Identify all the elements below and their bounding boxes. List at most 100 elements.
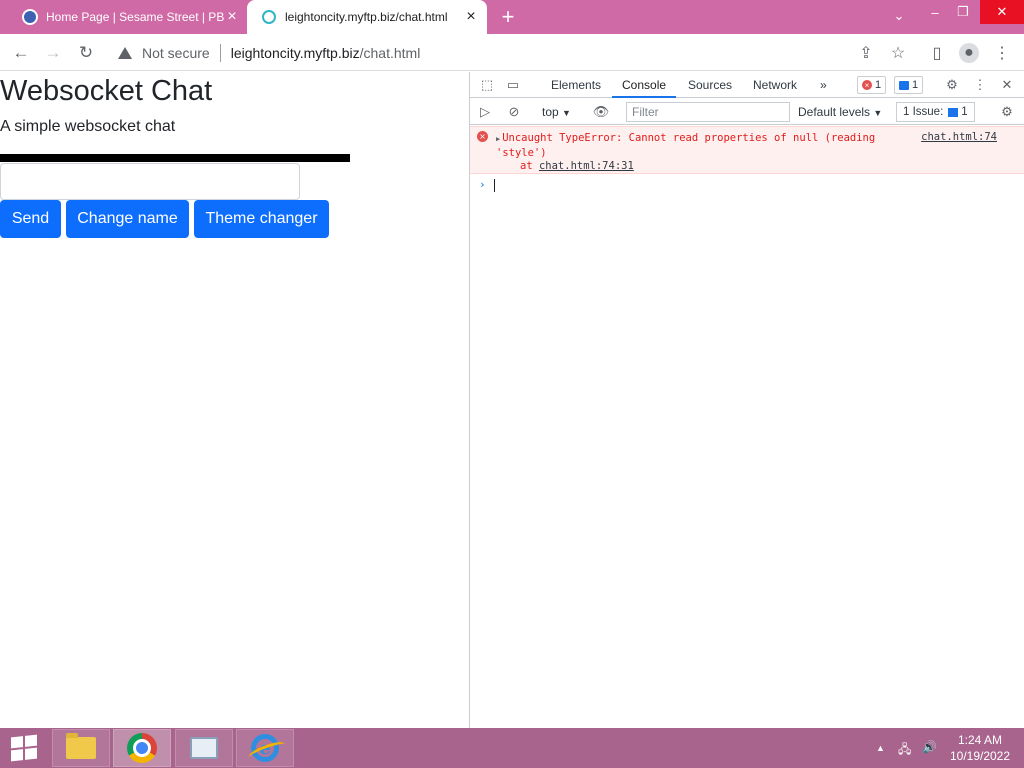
pbs-favicon-icon: [22, 9, 38, 25]
error-count-badge[interactable]: × 1: [857, 76, 887, 94]
issue-message-icon: [948, 107, 959, 117]
live-expression-eye-icon[interactable]: 👁: [592, 103, 610, 121]
tab-sesame-street[interactable]: Home Page | Sesame Street | PBS ×: [8, 0, 246, 34]
forward-arrow-icon[interactable]: →: [40, 40, 66, 66]
bookmark-star-icon[interactable]: ☆: [888, 43, 908, 63]
browser-menu-icon[interactable]: ⋮: [992, 43, 1012, 63]
start-button[interactable]: [0, 728, 48, 768]
message-icon: [899, 80, 909, 90]
clear-console-icon[interactable]: ⊘: [505, 103, 523, 121]
system-clock[interactable]: 1:24 AM 10/19/2022: [944, 732, 1016, 764]
page-viewport: Websocket Chat A simple websocket chat S…: [0, 72, 469, 728]
browser-toolbar: ← → ↻ Not secure leightoncity.myftp.biz/…: [0, 34, 1024, 71]
expand-triangle-icon[interactable]: ▶: [496, 135, 500, 143]
windows-logo-icon: [11, 734, 37, 762]
theme-changer-button[interactable]: Theme changer: [194, 200, 329, 238]
dropdown-arrow-icon: ▼: [873, 108, 883, 118]
levels-label: Default levels: [798, 105, 871, 119]
context-selector[interactable]: top ▼: [542, 103, 571, 121]
text-caret: [493, 178, 495, 192]
devtools-panel: ⬚ ▭ Elements Console Sources Network » ×…: [469, 72, 1024, 728]
page-title: Websocket Chat: [0, 75, 213, 107]
message-count: 1: [912, 79, 919, 91]
tab-elements[interactable]: Elements: [541, 72, 611, 98]
tab-chat[interactable]: leightoncity.myftp.biz/chat.html ×: [247, 0, 487, 34]
security-label[interactable]: Not secure: [142, 45, 210, 61]
page-subtitle: A simple websocket chat: [0, 118, 176, 135]
prompt-chevron-icon: ›: [479, 178, 486, 191]
console-output: × ▶ Uncaught TypeError: Cannot read prope…: [470, 126, 1024, 196]
clock-time: 1:24 AM: [957, 733, 1003, 747]
error-message[interactable]: ▶ Uncaught TypeError: Cannot read propert…: [496, 131, 906, 160]
chat-log: [0, 154, 350, 162]
monitor-icon: [190, 737, 218, 759]
tab-close-icon[interactable]: ×: [224, 9, 240, 25]
console-settings-gear-icon[interactable]: ⚙: [998, 103, 1016, 121]
taskbar-internet-explorer[interactable]: e: [236, 729, 294, 767]
error-text: Uncaught TypeError: Cannot read properti…: [496, 132, 882, 159]
url-host: leightoncity.myftp.biz: [230, 45, 360, 61]
error-count: 1: [875, 79, 882, 91]
close-devtools-icon[interactable]: ✕: [998, 76, 1016, 94]
new-tab-button[interactable]: +: [497, 6, 519, 29]
network-icon[interactable]: 🖧: [898, 740, 911, 761]
tab-console[interactable]: Console: [612, 72, 677, 98]
divider: [219, 44, 221, 62]
error-stack-line: at chat.html:74:31: [520, 160, 634, 172]
message-count-badge[interactable]: 1: [894, 76, 924, 94]
console-error-entry[interactable]: × ▶ Uncaught TypeError: Cannot read prope…: [470, 126, 1024, 174]
close-window-button[interactable]: ✕: [980, 0, 1024, 24]
tab-strip: Home Page | Sesame Street | PBS × leight…: [0, 0, 1024, 34]
tab-search-chevron-icon[interactable]: ⌄: [884, 4, 914, 28]
url-text[interactable]: leightoncity.myftp.biz/chat.html: [231, 45, 421, 61]
device-toolbar-icon[interactable]: ▭: [504, 76, 522, 94]
tab-title: leightoncity.myftp.biz/chat.html: [285, 10, 448, 24]
more-tabs-button[interactable]: »: [810, 72, 837, 98]
share-icon[interactable]: ⇪: [856, 43, 876, 63]
profile-avatar-icon[interactable]: ●: [959, 43, 979, 63]
folder-icon: [66, 733, 96, 759]
send-button[interactable]: Send: [0, 200, 61, 238]
warning-icon[interactable]: [118, 47, 132, 59]
clock-date: 10/19/2022: [949, 749, 1011, 763]
address-bar[interactable]: Not secure leightoncity.myftp.biz/chat.h…: [108, 39, 918, 67]
tab-sources[interactable]: Sources: [678, 72, 742, 98]
tab-close-icon[interactable]: ×: [463, 9, 479, 25]
sidebar-toggle-icon[interactable]: ▷: [476, 103, 494, 121]
devtools-menu-icon[interactable]: ⋮: [971, 76, 989, 94]
internet-explorer-icon: e: [251, 734, 279, 762]
back-arrow-icon[interactable]: ←: [8, 40, 34, 66]
console-filter-input[interactable]: Filter: [626, 102, 790, 122]
console-prompt[interactable]: ›: [470, 174, 1024, 196]
console-toolbar: ▷ ⊘ top ▼ 👁 Filter Default levels ▼ 1 Is…: [470, 99, 1024, 125]
change-name-button[interactable]: Change name: [66, 200, 189, 238]
issues-count: 1: [961, 106, 968, 118]
error-circle-icon: ×: [477, 131, 488, 142]
restore-window-button[interactable]: ❐: [948, 0, 978, 24]
inspect-element-icon[interactable]: ⬚: [478, 76, 496, 94]
message-input[interactable]: [0, 163, 300, 200]
tab-network[interactable]: Network: [743, 72, 807, 98]
log-levels-dropdown[interactable]: Default levels ▼: [798, 103, 882, 122]
side-panel-icon[interactable]: ▯: [927, 43, 947, 63]
stack-prefix: at: [520, 160, 539, 172]
chrome-icon: [127, 733, 157, 763]
dropdown-arrow-icon: ▼: [562, 108, 571, 118]
error-source-link[interactable]: chat.html:74: [921, 131, 997, 143]
issues-button[interactable]: 1 Issue: 1: [896, 102, 975, 122]
taskbar-file-explorer[interactable]: [52, 729, 110, 767]
settings-gear-icon[interactable]: ⚙: [943, 76, 961, 94]
context-value: top: [542, 105, 559, 119]
reload-icon[interactable]: ↻: [73, 40, 99, 66]
minimize-window-button[interactable]: –: [920, 0, 950, 24]
volume-icon[interactable]: 🔊: [922, 740, 937, 754]
show-hidden-icons-chevron-icon[interactable]: ▲: [876, 743, 885, 753]
error-icon: ×: [862, 80, 872, 90]
loading-favicon-icon: [261, 9, 277, 25]
tab-title: Home Page | Sesame Street | PBS: [46, 10, 224, 24]
issues-label: 1 Issue:: [903, 106, 944, 118]
taskbar-performance-monitor[interactable]: [175, 729, 233, 767]
devtools-tab-bar: ⬚ ▭ Elements Console Sources Network » ×…: [470, 72, 1024, 98]
stack-location-link[interactable]: chat.html:74:31: [539, 160, 634, 172]
taskbar-chrome[interactable]: [113, 729, 171, 767]
